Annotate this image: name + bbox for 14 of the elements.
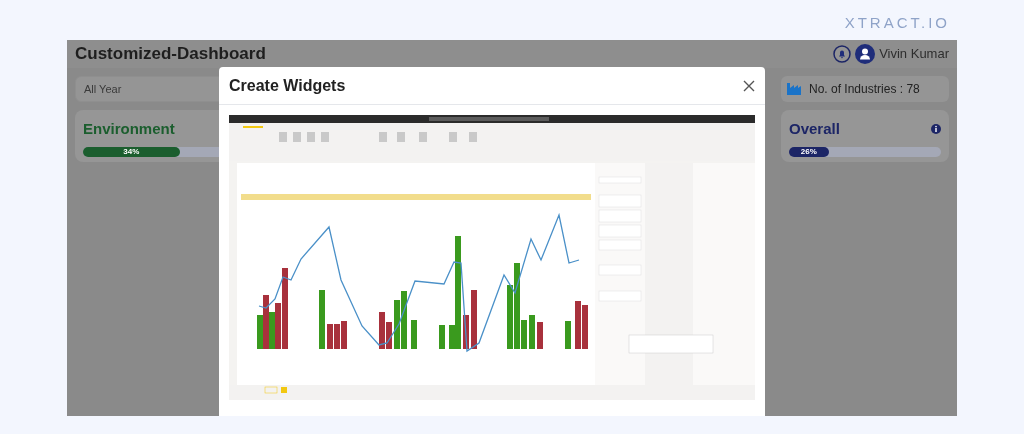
industries-count: No. of Industries : 78 xyxy=(809,81,920,98)
brand-logo: XTRACT.IO xyxy=(844,14,950,33)
bell-icon[interactable] xyxy=(833,45,852,63)
progress-fill: 26% xyxy=(789,146,829,157)
close-icon[interactable] xyxy=(743,79,755,92)
dashboard-title: Customized-Dashboard xyxy=(75,43,266,66)
info-icon[interactable] xyxy=(931,124,941,135)
card-title: Overall xyxy=(789,119,840,139)
card-title: Environment xyxy=(83,119,175,139)
user-name: Vivin Kumar xyxy=(879,45,949,64)
factory-icon xyxy=(787,83,801,95)
progress-fill: 34% xyxy=(83,146,180,157)
modal-title: Create Widgets xyxy=(229,75,346,96)
avatar-icon[interactable] xyxy=(855,44,876,64)
